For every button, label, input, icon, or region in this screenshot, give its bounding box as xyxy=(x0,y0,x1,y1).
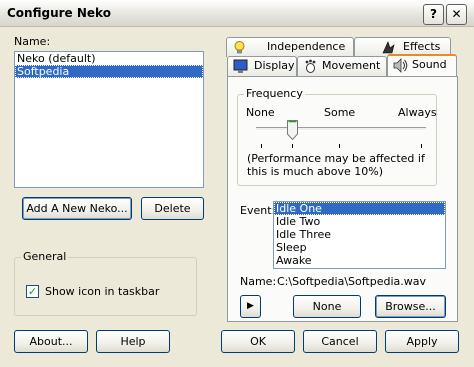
browse-button[interactable]: Browse... xyxy=(375,295,446,318)
tab-display-label: Display xyxy=(254,59,295,72)
title-bar: Configure Neko ? ✕ xyxy=(0,0,474,27)
list-item[interactable]: Idle Two xyxy=(274,215,445,228)
tab-display[interactable]: Display xyxy=(227,56,297,76)
monitor-icon xyxy=(233,59,248,73)
play-icon: ▶ xyxy=(247,301,254,311)
list-item[interactable]: Sleep xyxy=(274,241,445,254)
close-title-button[interactable]: ✕ xyxy=(446,4,467,25)
slider-label-none: None xyxy=(246,106,275,119)
window-title: Configure Neko xyxy=(7,6,111,20)
speaker-icon xyxy=(393,58,408,73)
show-icon-checkbox[interactable]: ✓ xyxy=(26,285,39,298)
show-icon-label: Show icon in taskbar xyxy=(45,285,160,298)
tab-sound[interactable]: Sound xyxy=(387,54,457,76)
about-button[interactable]: About... xyxy=(14,330,88,353)
help-button[interactable]: Help xyxy=(96,330,170,353)
play-button[interactable]: ▶ xyxy=(240,295,261,318)
list-item[interactable]: Idle Three xyxy=(274,228,445,241)
neko-list[interactable]: Neko (default) Softpedia xyxy=(14,51,204,188)
ok-button[interactable]: OK xyxy=(221,330,295,353)
slider-tick xyxy=(421,144,422,148)
tab-movement-label: Movement xyxy=(322,59,381,72)
event-label: Event: xyxy=(240,204,276,217)
frequency-slider-thumb[interactable] xyxy=(287,120,298,140)
performance-note: (Performance may be affected if this is … xyxy=(247,152,425,178)
configure-neko-dialog: Configure Neko ? ✕ Name: Neko (default) … xyxy=(0,0,474,367)
event-list[interactable]: Idle One Idle Two Idle Three Sleep Awake xyxy=(273,201,446,269)
slider-tick xyxy=(339,144,340,148)
apply-button[interactable]: Apply xyxy=(385,330,459,353)
list-item[interactable]: Awake xyxy=(274,254,445,267)
footprint-icon xyxy=(305,59,316,73)
tab-sound-label: Sound xyxy=(412,58,447,71)
tab-independence[interactable]: Independence xyxy=(226,37,354,57)
list-item[interactable]: Neko (default) xyxy=(15,52,203,65)
list-item[interactable]: Softpedia xyxy=(15,65,203,78)
frequency-slider-track[interactable] xyxy=(256,127,426,131)
slider-label-always: Always xyxy=(398,106,437,119)
name-label: Name: xyxy=(14,35,51,48)
lightbulb-icon xyxy=(234,41,245,54)
tab-movement[interactable]: Movement xyxy=(297,56,387,76)
add-neko-button[interactable]: Add A New Neko... xyxy=(22,197,132,220)
slider-label-some: Some xyxy=(324,106,356,119)
none-button[interactable]: None xyxy=(293,295,361,318)
general-group-title: General xyxy=(21,250,69,263)
cancel-button[interactable]: Cancel xyxy=(303,330,377,353)
delete-button[interactable]: Delete xyxy=(141,197,204,220)
list-item[interactable]: Idle One xyxy=(274,202,445,215)
effects-icon xyxy=(382,41,395,54)
slider-tick xyxy=(261,144,262,148)
slider-tick xyxy=(292,144,293,148)
sound-name-label: Name: xyxy=(240,275,277,288)
help-title-button[interactable]: ? xyxy=(423,4,444,25)
sound-file-path: C:\Softpedia\Softpedia.wav xyxy=(277,275,427,288)
frequency-group-title: Frequency xyxy=(244,87,305,100)
tab-independence-label: Independence xyxy=(267,40,346,53)
